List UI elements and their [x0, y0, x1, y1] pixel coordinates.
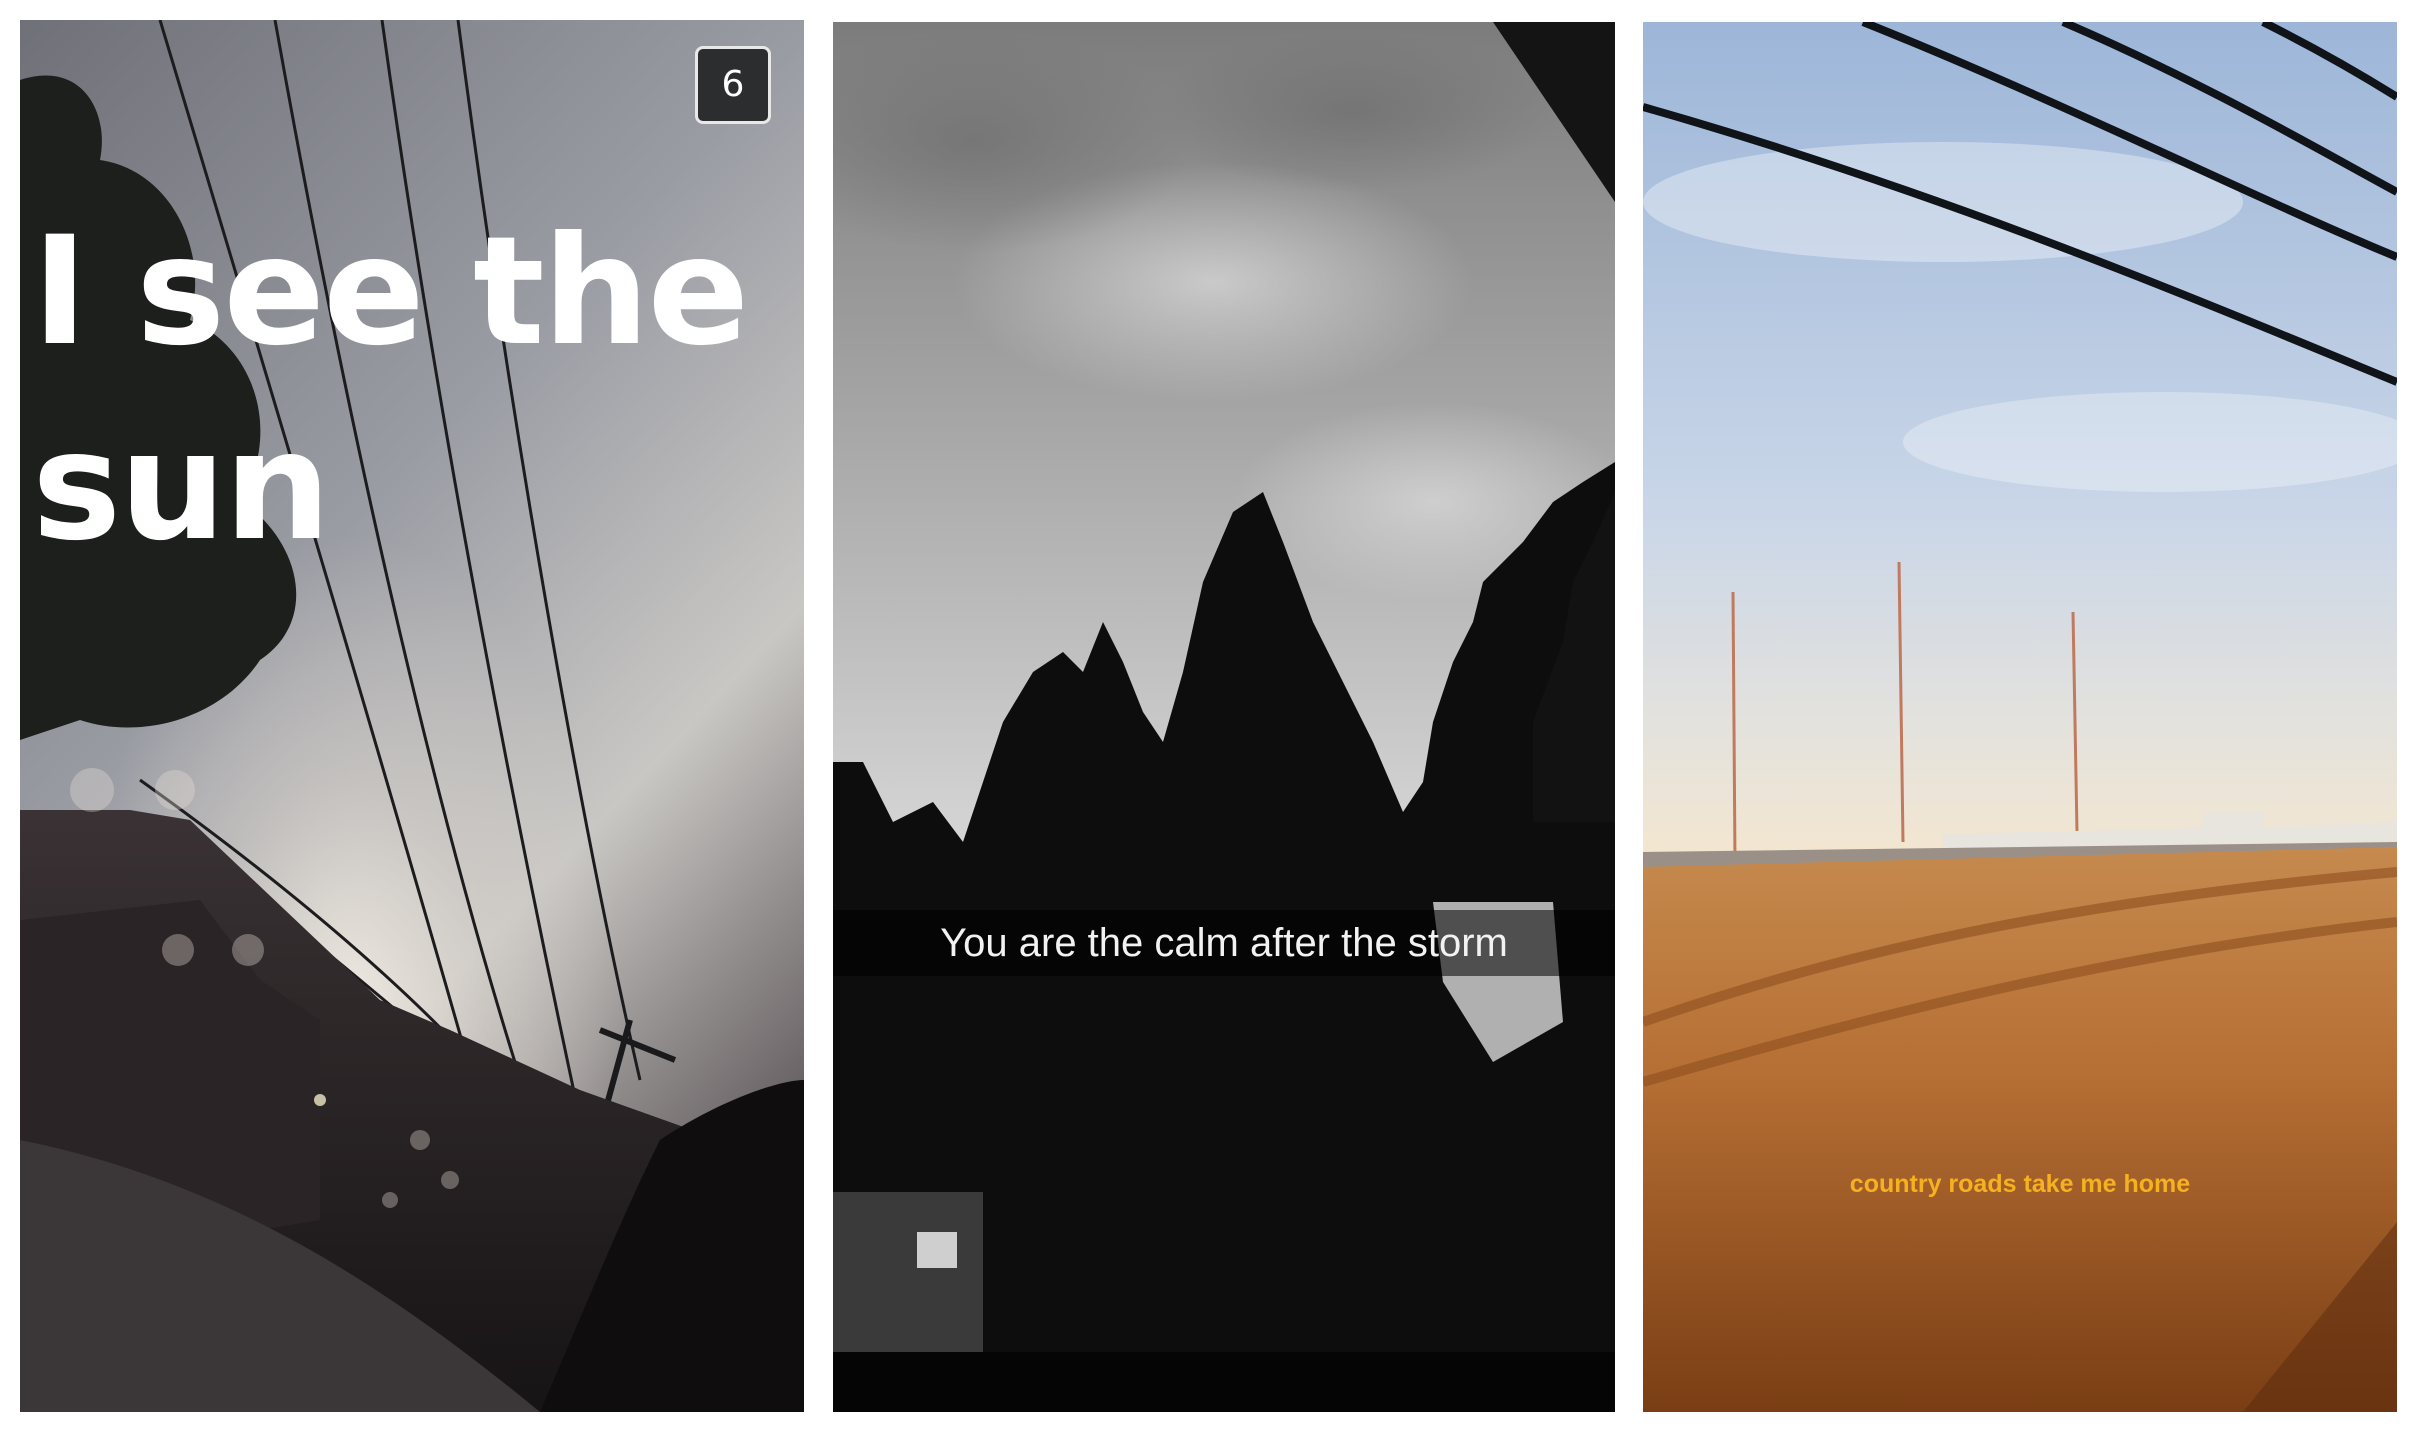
snap-photo-sunset: 6 I see the sun	[20, 20, 804, 1412]
snap-caption-large: I see the sun	[32, 205, 749, 574]
storm-photo-illustration	[833, 22, 1615, 1412]
field-photo-illustration	[1643, 22, 2397, 1412]
snap-caption-small: country roads take me home	[1849, 1170, 2191, 1198]
snap-photo-storm: You are the calm after the storm	[833, 22, 1615, 1412]
snap-photo-field: country roads take me home	[1643, 22, 2397, 1412]
snap-caption-bar: You are the calm after the storm	[833, 910, 1615, 976]
snap-timer-badge: 6	[695, 46, 771, 124]
